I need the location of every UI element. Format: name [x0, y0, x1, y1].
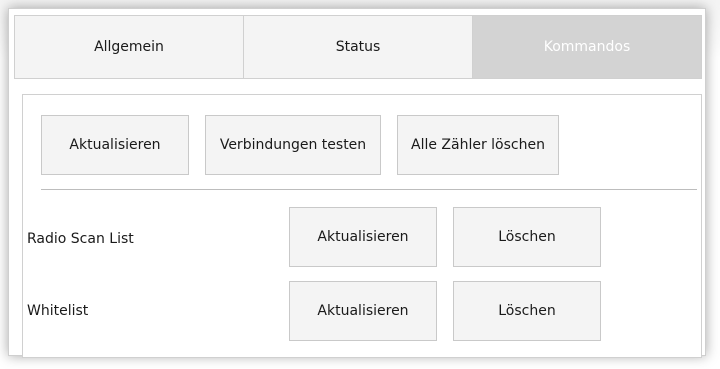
whitelist-refresh-button[interactable]: Aktualisieren — [289, 281, 437, 341]
tab-kommandos[interactable]: Kommandos — [473, 16, 701, 78]
tab-allgemein[interactable]: Allgemein — [15, 16, 244, 78]
radio-scan-list-delete-button[interactable]: Löschen — [453, 207, 601, 267]
tab-bar: Allgemein Status Kommandos — [14, 15, 702, 79]
test-connections-button[interactable]: Verbindungen testen — [205, 115, 381, 175]
refresh-all-button[interactable]: Aktualisieren — [41, 115, 189, 175]
commands-panel: Aktualisieren Verbindungen testen Alle Z… — [22, 94, 702, 358]
tab-status[interactable]: Status — [244, 16, 473, 78]
whitelist-label: Whitelist — [27, 303, 89, 319]
clear-counters-button[interactable]: Alle Zähler löschen — [397, 115, 559, 175]
whitelist-delete-button[interactable]: Löschen — [453, 281, 601, 341]
radio-scan-list-label: Radio Scan List — [27, 231, 134, 247]
divider — [41, 189, 697, 190]
radio-scan-list-refresh-button[interactable]: Aktualisieren — [289, 207, 437, 267]
